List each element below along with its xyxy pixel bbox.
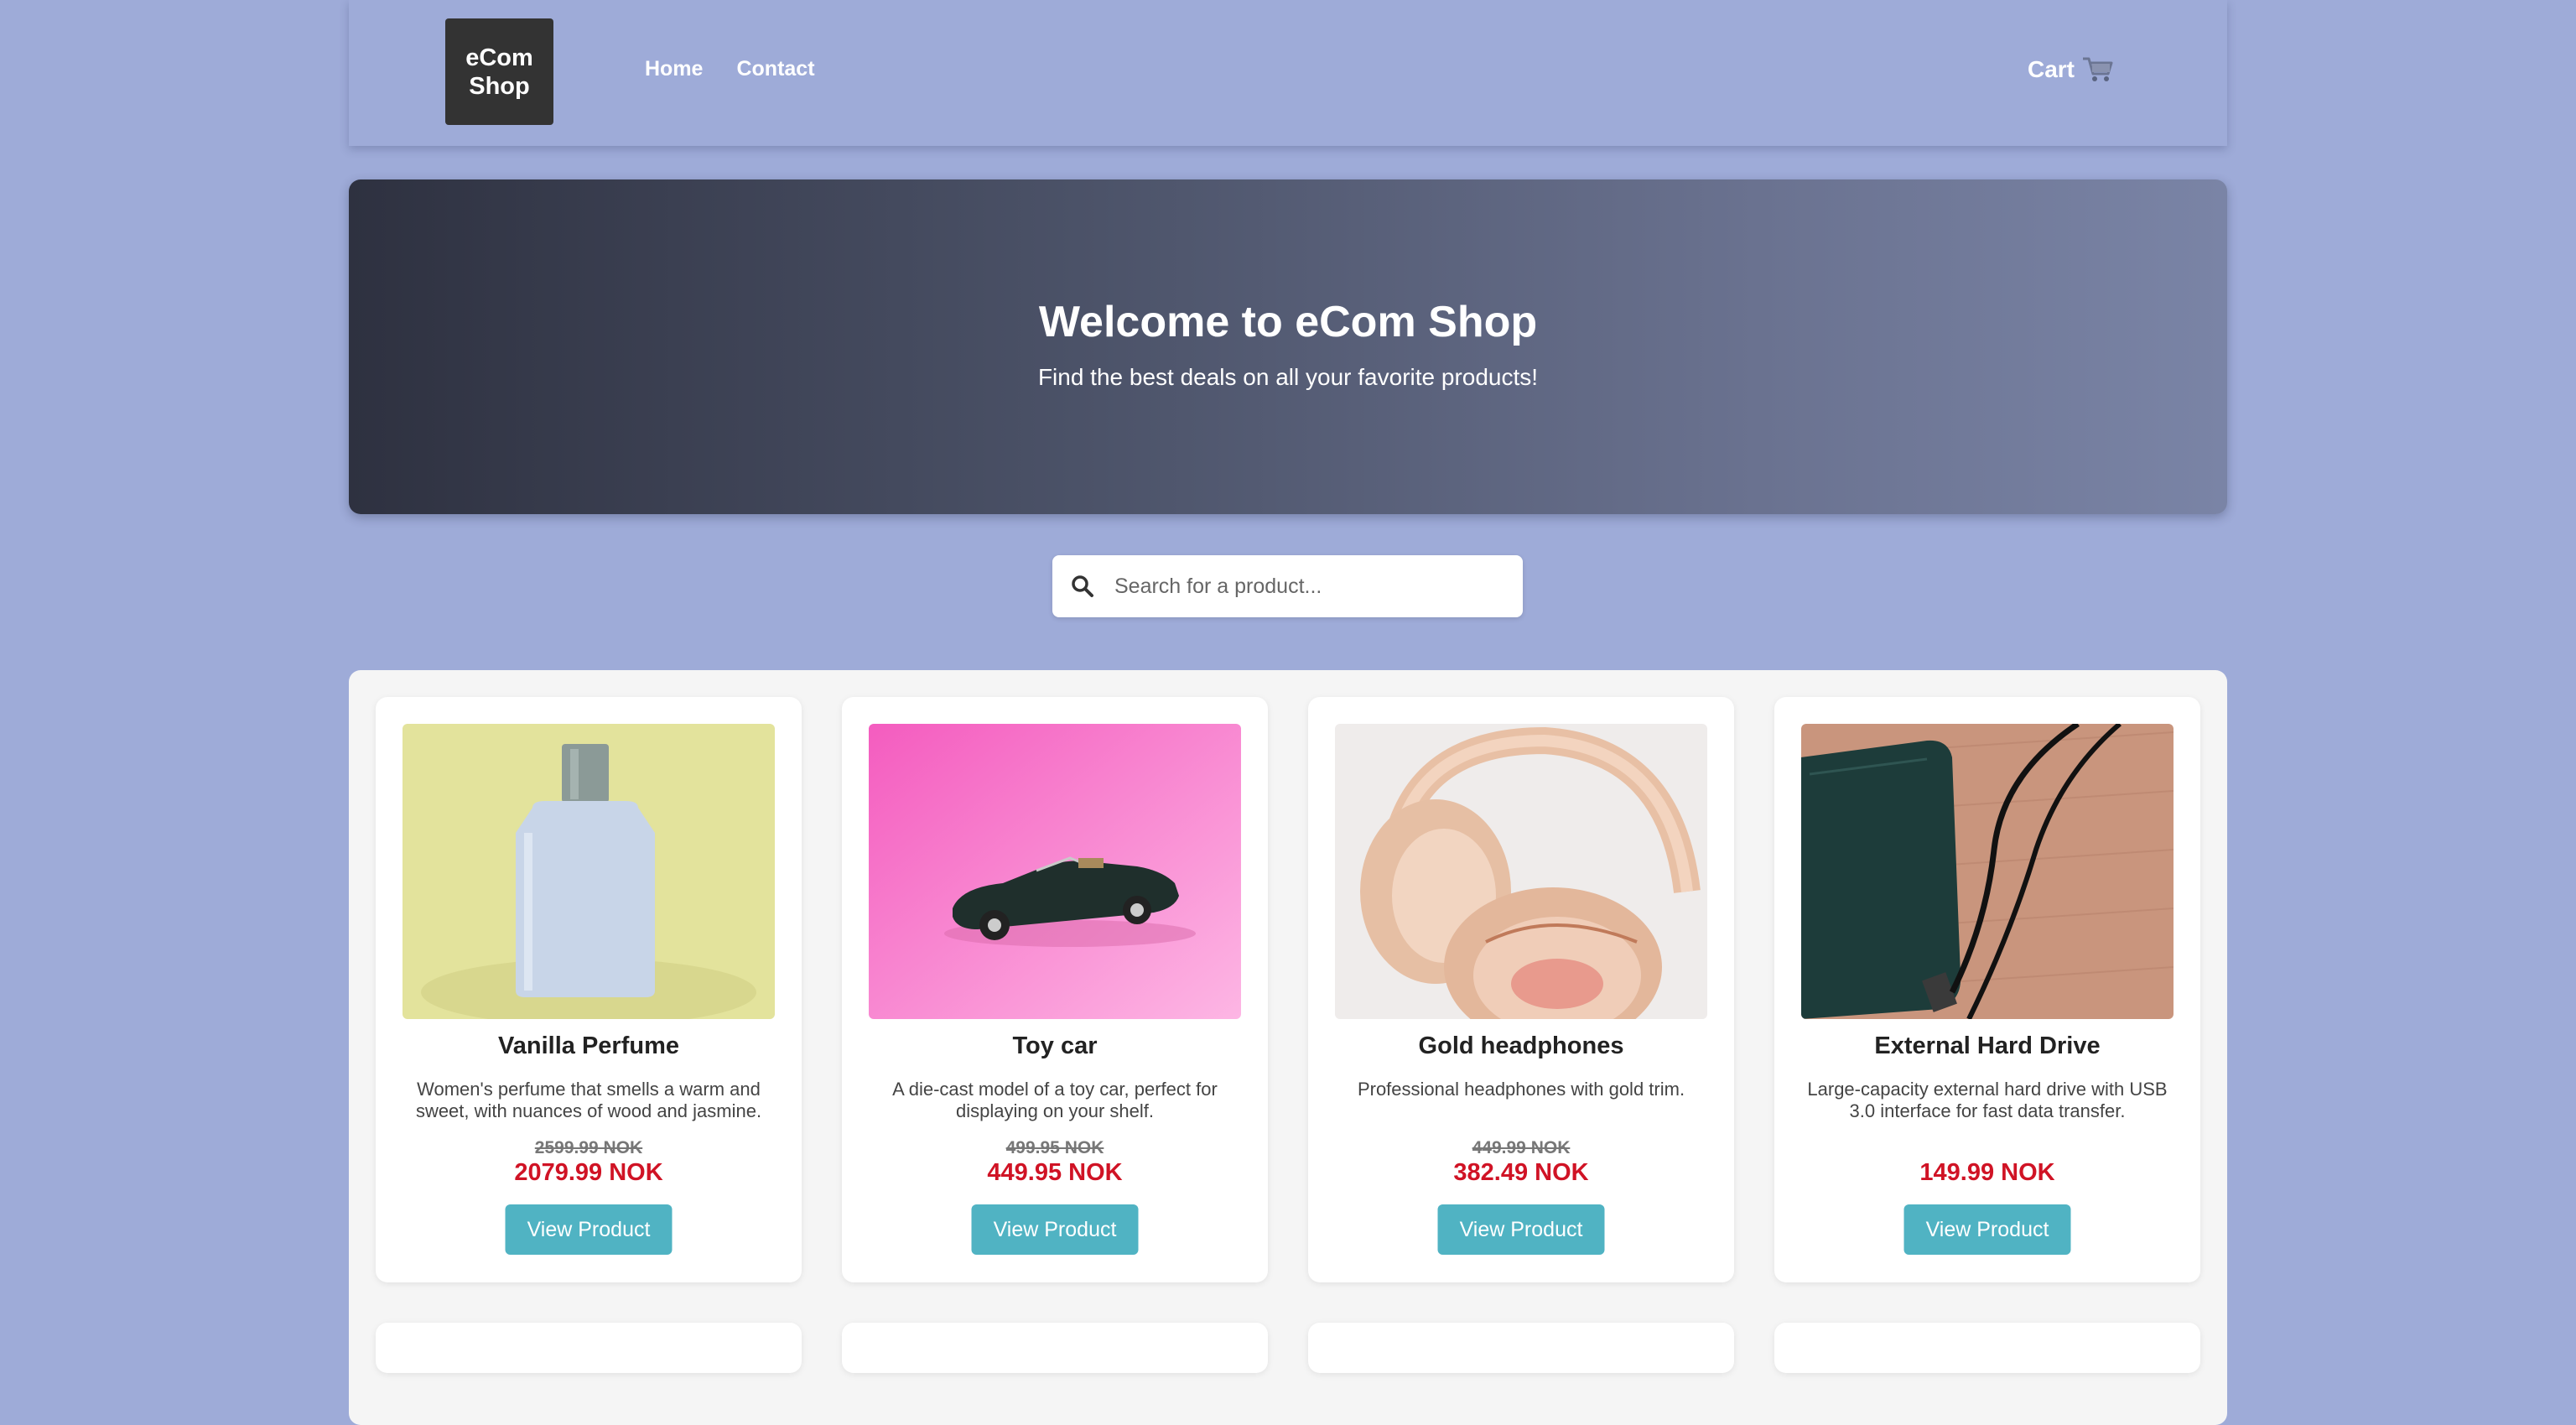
hero-title: Welcome to eCom Shop — [1038, 298, 1538, 346]
product-image-toy-car[interactable] — [869, 724, 1241, 1019]
product-card: Toy car A die-cast model of a toy car, p… — [842, 697, 1268, 1282]
search-icon — [1072, 575, 1093, 597]
search-input[interactable] — [1114, 574, 1500, 599]
view-product-button[interactable]: View Product — [1437, 1204, 1605, 1255]
cart-label: Cart — [2027, 56, 2075, 82]
site-header: eCom Shop Home Contact Cart — [349, 0, 2227, 146]
main-nav: Home Contact — [645, 57, 815, 81]
product-card: External Hard Drive Large-capacity exter… — [1774, 697, 2200, 1282]
product-image-perfume[interactable] — [402, 724, 775, 1019]
product-price: 449.95 NOK — [987, 1159, 1123, 1186]
product-card: Gold headphones Professional headphones … — [1308, 697, 1734, 1282]
product-description: Professional headphones with gold trim. — [1357, 1079, 1685, 1100]
product-card-partial — [1774, 1323, 2200, 1373]
product-description: Large-capacity external hard drive with … — [1807, 1079, 2168, 1121]
logo-line-1: eCom — [465, 44, 533, 71]
product-title: Toy car — [1012, 1032, 1098, 1059]
search-box[interactable] — [1052, 555, 1523, 617]
hero-banner: Welcome to eCom Shop Find the best deals… — [349, 179, 2227, 514]
product-card: Vanilla Perfume Women's perfume that sme… — [376, 697, 802, 1282]
hero-subtitle: Find the best deals on all your favorite… — [1037, 364, 1539, 390]
product-image-hard-drive[interactable] — [1801, 724, 2174, 1019]
view-product-button[interactable]: View Product — [505, 1204, 673, 1255]
product-old-price: 449.99 NOK — [1472, 1138, 1571, 1157]
view-product-button[interactable]: View Product — [1903, 1204, 2071, 1255]
nav-home-link[interactable]: Home — [645, 57, 703, 81]
view-product-button[interactable]: View Product — [971, 1204, 1139, 1255]
cart-button[interactable]: Cart — [2028, 55, 2115, 84]
logo[interactable]: eCom Shop — [445, 18, 553, 125]
product-image-headphones[interactable] — [1335, 724, 1707, 1019]
product-old-price: 499.95 NOK — [1005, 1138, 1104, 1157]
cart-icon — [2083, 57, 2113, 81]
product-card-partial — [376, 1323, 802, 1373]
product-title: Vanilla Perfume — [498, 1032, 679, 1059]
product-title: External Hard Drive — [1874, 1032, 2101, 1059]
product-old-price: 2599.99 NOK — [534, 1138, 643, 1157]
product-description: A die-cast model of a toy car, perfect f… — [892, 1079, 1218, 1121]
product-card-partial — [842, 1323, 1268, 1373]
product-price: 382.49 NOK — [1453, 1159, 1589, 1186]
products-panel: Vanilla Perfume Women's perfume that sme… — [349, 670, 2227, 1425]
product-description: Women's perfume that smells a warm and s… — [415, 1079, 762, 1121]
product-card-partial — [1308, 1323, 1734, 1373]
nav-contact-link[interactable]: Contact — [736, 57, 814, 81]
logo-line-2: Shop — [469, 72, 530, 100]
product-title: Gold headphones — [1418, 1032, 1624, 1059]
product-grid: Vanilla Perfume Women's perfume that sme… — [376, 697, 2200, 1373]
product-price: 149.99 NOK — [1919, 1159, 2055, 1186]
product-price: 2079.99 NOK — [514, 1159, 663, 1186]
